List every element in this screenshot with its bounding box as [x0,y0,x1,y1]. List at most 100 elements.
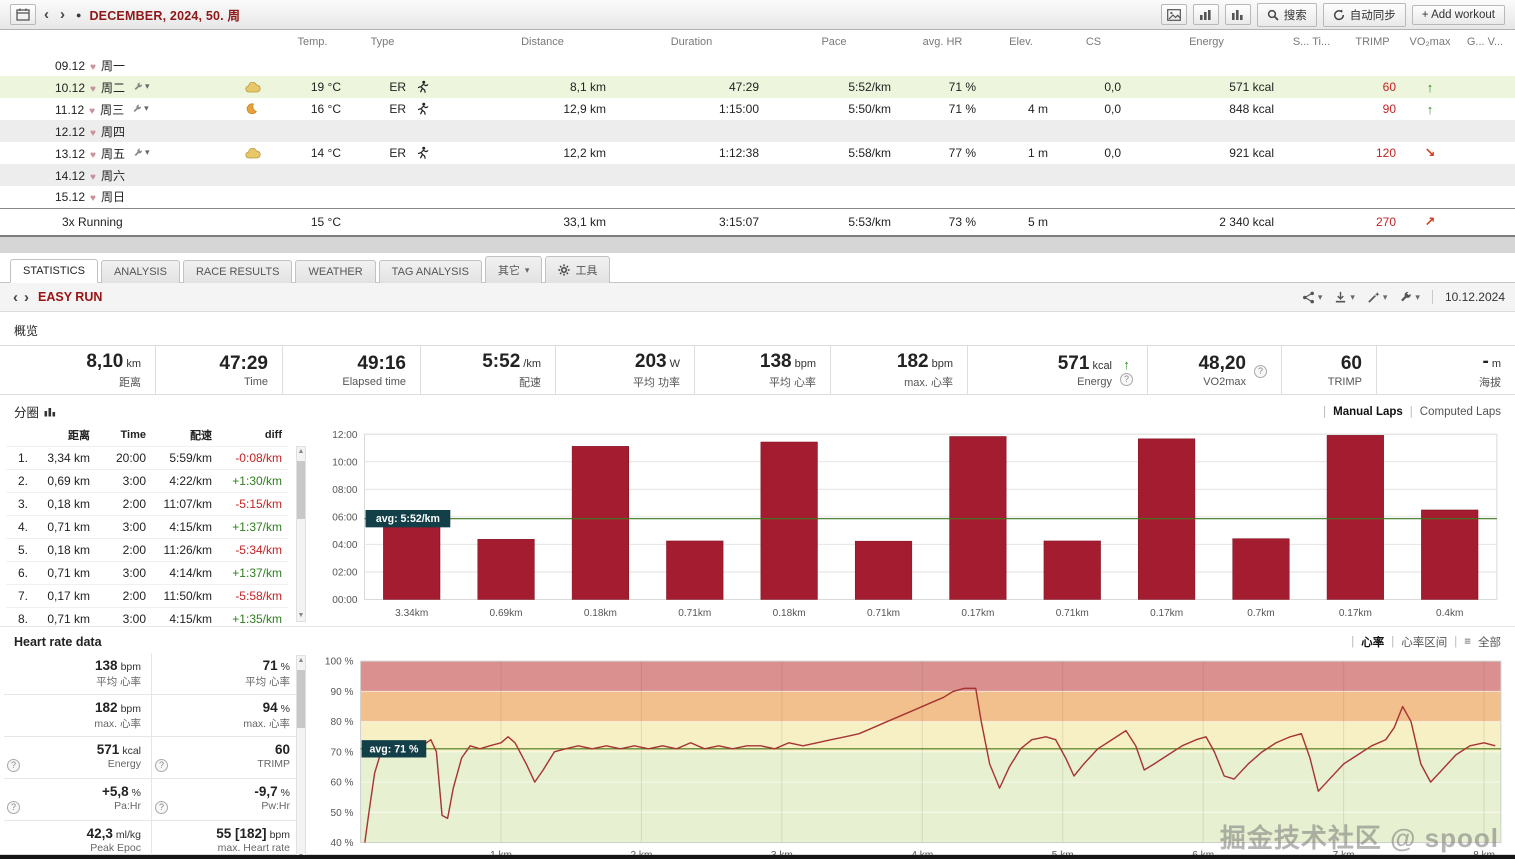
lap-row[interactable]: 3.0,18 km2:0011:07/km-5:15/km [6,492,288,515]
stat-time: 47:29Time [155,346,282,394]
prev-workout-button[interactable]: ‹ [10,290,21,305]
laps-scrollbar[interactable]: ▲▼ [296,446,306,622]
help-icon[interactable]: ? [7,759,20,772]
svg-text:06:00: 06:00 [332,512,358,523]
search-label: 搜索 [1284,7,1307,23]
hr-stats-scrollbar[interactable]: ▲▼ [296,655,306,859]
search-button[interactable]: 搜索 [1257,3,1317,27]
help-icon[interactable]: ? [155,801,168,814]
lap-row[interactable]: 1.3,34 km20:005:59/km-0:08/km [6,446,288,469]
auto-sync-button[interactable]: 自动同步 [1323,3,1406,27]
tab-tag-analysis[interactable]: TAG ANALYSIS [379,260,482,283]
cell-trimp: 90 [1340,98,1405,120]
computed-laps-toggle[interactable]: Computed Laps [1420,406,1501,418]
table-row-friday[interactable]: 13.12♥周五▾ 14 °C ER 12,2 km 1:12:38 5:58/… [0,142,1515,164]
hr-section-header: Heart rate data |心率 |心率区间 |≡全部 [0,626,1515,653]
day-date: 11.12 [55,103,84,117]
cell-energy: 848 kcal [1130,98,1283,120]
summary-duration: 3:15:07 [615,208,768,235]
lap-row[interactable]: 5.0,18 km2:0011:26/km-5:34/km [6,538,288,561]
table-row-saturday[interactable]: 14.12♥周六 [0,164,1515,186]
hr-zones-button[interactable]: 心率区间 [1401,634,1447,650]
trend-up-right-icon: ↗ [1425,214,1436,229]
workout-edit-tools[interactable]: ▾ [132,103,149,114]
heart-icon: ♥ [90,150,96,161]
stat-pace: 5:52/km配速 [420,346,555,394]
manual-laps-toggle[interactable]: Manual Laps [1333,406,1403,418]
hr-chart-container[interactable]: 100 %90 %80 %70 %60 %50 %40 %1 km2 km3 k… [308,653,1515,859]
stat-elevation: -m海拔 [1376,346,1515,394]
tab-tools[interactable]: 工具 [545,256,610,283]
laps-col-diff: diff [218,424,288,446]
hr-stat-avg-pct: 71%平均 心率 [152,653,300,695]
lap-row[interactable]: 8.0,71 km3:004:15/km+1:35/km [6,607,288,626]
hr-stat-max-heart-rate: 55 [182]bpmmax. Heart rate [152,821,300,859]
table-row-monday[interactable]: 09.12♥周一 [0,54,1515,76]
weather-cloud-icon [245,82,261,93]
next-week-button[interactable]: › [57,7,68,22]
cell-duration: 47:29 [615,76,768,98]
cell-duration: 1:12:38 [615,142,768,164]
chart-view-2-icon[interactable] [1225,4,1251,25]
calendar-icon[interactable] [10,4,36,25]
svg-text:70 %: 70 % [331,747,354,758]
edit-tools-button[interactable]: ▾ [1367,291,1388,304]
laps-col-time: Time [96,424,152,446]
col-header-temp: Temp. [275,30,350,54]
lap-row[interactable]: 6.0,71 km3:004:14/km+1:37/km [6,561,288,584]
settings-button[interactable]: ▾ [1399,291,1420,304]
week-title: DECEMBER, 2024, 50. 周 [89,5,240,24]
gear-icon [558,264,570,276]
cell-distance: 12,9 km [470,98,615,120]
workout-edit-tools[interactable]: ▾ [133,147,150,158]
tab-other[interactable]: 其它▾ [485,256,543,283]
table-row-sunday[interactable]: 15.12♥周日 [0,186,1515,208]
hr-view-button[interactable]: 心率 [1361,634,1384,650]
share-button[interactable]: ▾ [1302,291,1323,304]
svg-text:0.69km: 0.69km [490,608,523,619]
chevron-down-icon: ▾ [1318,292,1323,303]
chart-view-icon[interactable] [1193,4,1219,25]
tab-analysis[interactable]: ANALYSIS [101,260,180,283]
table-row-wednesday[interactable]: 11.12♥周三▾ 16 °C ER 12,9 km 1:15:00 5:50/… [0,98,1515,120]
lap-row[interactable]: 7.0,17 km2:0011:50/km-5:58/km [6,584,288,607]
table-row-tuesday-selected[interactable]: 10.12♥周二▾ 19 °C ER 8,1 km 47:29 5:52/km … [0,76,1515,98]
tab-weather[interactable]: WEATHER [295,260,375,283]
day-date: 10.12 [55,81,85,95]
next-workout-button[interactable]: › [21,290,32,305]
day-name: 周一 [101,59,125,73]
add-workout-button[interactable]: + Add workout [1412,5,1505,25]
laps-header-row: 距离 Time 配速 diff [6,424,288,446]
cell-distance: 8,1 km [470,76,615,98]
help-icon[interactable]: ? [155,759,168,772]
lap-pace-chart[interactable]: 00:0002:0004:0006:0008:0010:0012:003.34k… [308,424,1515,626]
lap-row[interactable]: 2.0,69 km3:004:22/km+1:30/km [6,469,288,492]
cell-elev: 1 m [985,142,1057,164]
svg-text:60 %: 60 % [331,778,354,789]
bar-chart-icon[interactable] [44,406,56,417]
image-view-icon[interactable] [1161,4,1187,25]
svg-text:0.7km: 0.7km [1247,608,1274,619]
help-icon[interactable]: ? [1120,373,1133,386]
current-week-icon[interactable]: ● [76,10,81,20]
svg-text:04:00: 04:00 [332,540,358,551]
lap-pace-bar-chart[interactable]: 00:0002:0004:0006:0008:0010:0012:003.34k… [308,424,1509,626]
summary-distance: 33,1 km [470,208,615,235]
hr-line-chart[interactable]: 100 %90 %80 %70 %60 %50 %40 %1 km2 km3 k… [308,653,1511,859]
help-icon[interactable]: ? [1254,365,1267,378]
workout-edit-tools[interactable]: ▾ [133,81,150,92]
running-icon [415,102,429,116]
svg-text:avg: 5:52/km: avg: 5:52/km [376,513,440,525]
col-header-avg-hr: avg. HR [900,30,985,54]
bottom-edge-strip [0,855,1515,859]
tab-statistics[interactable]: STATISTICS [10,259,98,283]
table-row-thursday[interactable]: 12.12♥周四 [0,120,1515,142]
hr-all-button[interactable]: 全部 [1478,634,1501,650]
download-button[interactable]: ▾ [1334,291,1355,304]
lap-row[interactable]: 4.0,71 km3:004:15/km+1:37/km [6,515,288,538]
help-icon[interactable]: ? [7,801,20,814]
scroll-up-icon: ▲ [297,656,305,666]
day-date: 14.12 [55,169,85,183]
prev-week-button[interactable]: ‹ [41,7,52,22]
tab-race-results[interactable]: RACE RESULTS [183,260,293,283]
